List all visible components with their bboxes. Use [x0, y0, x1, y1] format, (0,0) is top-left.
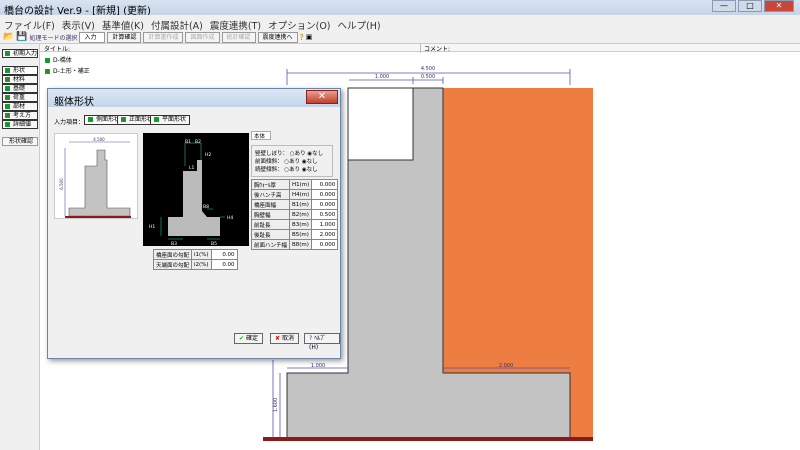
- table-row: 後趾長 B5(m) 2.000: [250, 229, 339, 240]
- param-input[interactable]: 2.000: [311, 229, 339, 240]
- slope-table: 橋座面の勾配 i1(%) 0.00 天端面の勾配 i2(%) 0.00: [152, 249, 238, 270]
- radio-row-front-slope[interactable]: 前面傾斜： ○あり ◉なし: [255, 157, 329, 165]
- dialog-title: 躯体形状: [48, 89, 340, 108]
- dim-top-left: 1.000: [375, 74, 389, 80]
- slope-input[interactable]: 0.00: [210, 259, 238, 270]
- table-row: 胸壁幅 B2(m) 0.500: [250, 209, 339, 220]
- input-item-label: 入力項目：: [54, 119, 85, 126]
- svg-text:B1: B1: [185, 139, 191, 145]
- ok-button[interactable]: ✔ 確定: [234, 333, 263, 344]
- param-input[interactable]: 1.000: [311, 219, 339, 230]
- dim-top-total: 4.500: [421, 66, 435, 72]
- parameter-table: 胸ｳｫｰﾙ厚 H1(m) 0.000 後ハンチ高 H4(m) 0.000 橋座面幅 B1(m)…: [250, 179, 339, 250]
- param-input[interactable]: 0.500: [311, 209, 339, 220]
- cancel-button[interactable]: ✘ 取消: [270, 333, 299, 344]
- svg-text:B2: B2: [195, 139, 201, 145]
- dim-bottom-right: 2.000: [499, 363, 513, 369]
- tab-main-body[interactable]: 本体: [251, 131, 271, 140]
- dim-height-left: 1.600: [273, 398, 279, 412]
- svg-text:B5: B5: [211, 241, 217, 246]
- svg-text:B3: B3: [171, 241, 177, 246]
- svg-text:B8: B8: [203, 204, 209, 210]
- param-input[interactable]: 0.000: [311, 179, 339, 190]
- param-input[interactable]: 0.000: [311, 189, 339, 200]
- svg-text:L1: L1: [189, 165, 195, 171]
- param-input[interactable]: 0.000: [311, 199, 339, 210]
- dim-bottom-left: 1.000: [311, 363, 325, 369]
- dialog-close-button[interactable]: ✕: [306, 90, 338, 104]
- param-input[interactable]: 0.000: [311, 239, 339, 250]
- help-button[interactable]: ? ﾍﾙﾌﾟ(H): [304, 333, 340, 351]
- table-row: 前面ハンチ幅 B8(m) 0.000: [250, 239, 339, 250]
- svg-text:H1: H1: [149, 224, 155, 230]
- svg-text:4.500: 4.500: [93, 137, 105, 142]
- slope-input[interactable]: 0.00: [210, 249, 238, 260]
- table-row: 天端面の勾配 i2(%) 0.00: [152, 259, 238, 270]
- table-row: 胸ｳｫｰﾙ厚 H1(m) 0.000: [250, 179, 339, 190]
- radio-group: 竪壁しぼり： ○あり ◉なし 前面傾斜： ○あり ◉なし 続壁傾斜： ○あり ◉…: [251, 145, 333, 177]
- base-line: [263, 437, 593, 441]
- dim-top-right: 0.500: [421, 74, 435, 80]
- table-row: 橋座面の勾配 i1(%) 0.00: [152, 249, 238, 260]
- table-row: 橋座面幅 B1(m) 0.000: [250, 199, 339, 210]
- radio-row-wall-taper[interactable]: 竪壁しぼり： ○あり ◉なし: [255, 149, 329, 157]
- svg-text:H4: H4: [227, 215, 233, 221]
- body-shape-dialog: 躯体形状 ✕ 入力項目： 側面形状 正面形状 平面形状 4.500 6.500 …: [47, 88, 341, 359]
- svg-text:6.500: 6.500: [59, 178, 64, 190]
- table-row: 前趾長 B3(m) 1.000: [250, 219, 339, 230]
- svg-text:H2: H2: [205, 152, 211, 158]
- tab-plan-shape[interactable]: 平面形状: [150, 115, 191, 125]
- parameter-diagram: B1 B2 H2 L1 B8 H4 H1 B3 B5: [143, 133, 249, 246]
- table-row: 後ハンチ高 H4(m) 0.000: [250, 189, 339, 200]
- thumbnail-diagram: 4.500 6.500: [54, 133, 138, 219]
- radio-row-back-slope[interactable]: 続壁傾斜： ○あり ◉なし: [255, 165, 329, 173]
